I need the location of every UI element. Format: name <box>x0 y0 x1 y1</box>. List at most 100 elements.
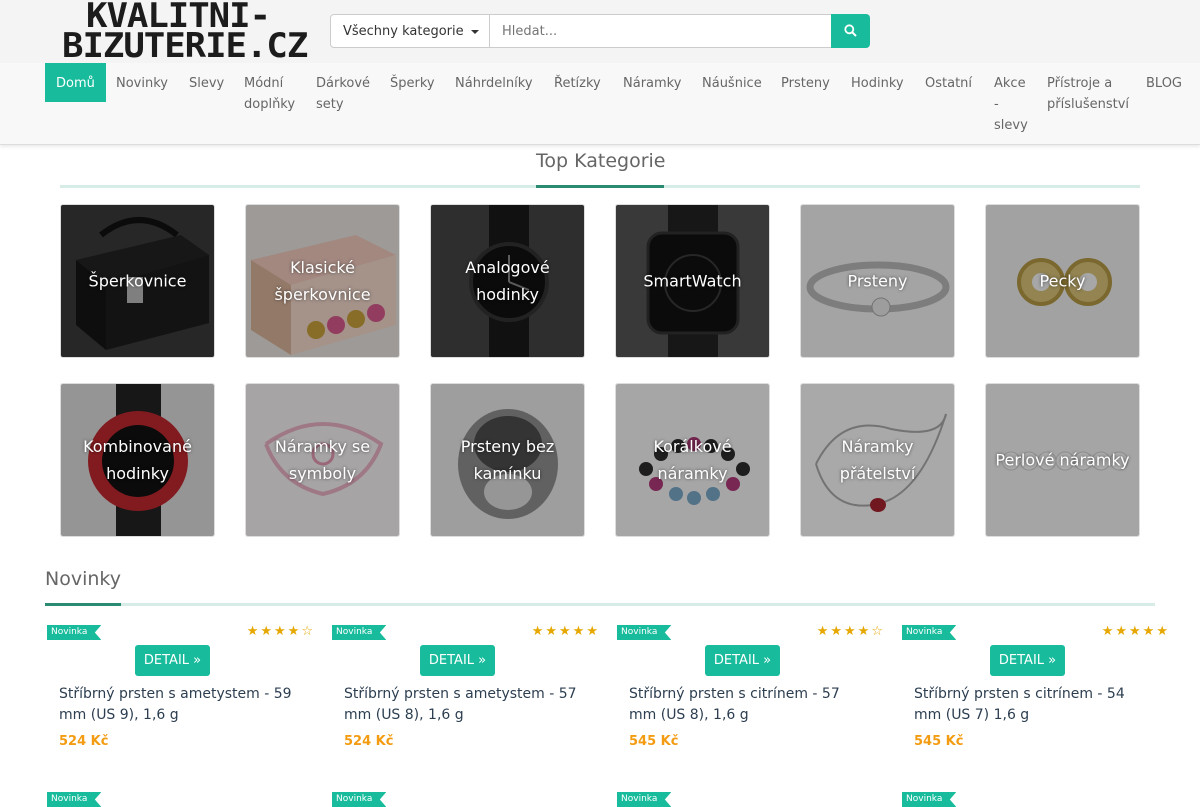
nav-item-label: Akce - slevy <box>994 76 1028 133</box>
category-label: SmartWatch <box>643 271 742 291</box>
nav-item-blog[interactable]: BLOG <box>1146 63 1182 94</box>
novinky-rule <box>45 603 1155 606</box>
product-price: 545 Kč <box>629 734 679 749</box>
star-rating-icon: ★★★★★ <box>1102 624 1170 639</box>
category-label: Pecky <box>1039 271 1086 291</box>
category-tile-prsteny-bez-kaminku[interactable]: Prsteny bez kamínku <box>430 383 585 537</box>
star-rating-icon: ★★★★☆ <box>247 624 315 639</box>
nav-item-label: Náušnice <box>702 76 762 91</box>
novinka-badge: Novinka <box>47 625 102 640</box>
category-select[interactable]: Všechny kategorie <box>330 14 490 48</box>
category-label: Analogové hodinky <box>465 258 550 304</box>
nav-item-label: Hodinky <box>851 76 904 91</box>
category-label: Náramky se symboly <box>274 437 371 483</box>
rating-empty: ☆ <box>301 624 315 639</box>
nav-item-label: Řetízky <box>554 76 601 91</box>
nav-item-akce-slevy[interactable]: Akce - slevy <box>994 63 1028 136</box>
nav-item-label: Ostatní <box>925 76 973 91</box>
nav-item-nahrdelniky[interactable]: Náhrdelníky <box>455 63 533 94</box>
star-rating-icon: ★★★★★ <box>532 624 600 639</box>
category-label: Prsteny bez kamínku <box>460 437 555 483</box>
search-icon <box>844 24 857 37</box>
category-label: Prsteny <box>847 271 908 291</box>
nav-item-ostatni[interactable]: Ostatní <box>925 63 972 94</box>
product-name[interactable]: Stříbrný prsten s ametystem - 59 mm (US … <box>59 684 299 726</box>
nav-item-label: Domů <box>56 76 95 91</box>
nav-item-domu[interactable]: Domů <box>45 63 106 102</box>
nav-item-modni-doplnky[interactable]: Módní doplňky <box>244 63 295 115</box>
nav-item-label: Módní doplňky <box>244 76 296 112</box>
category-label: Kombinované hodinky <box>83 437 192 483</box>
nav-item-label: Šperky <box>390 76 435 91</box>
search-bar: Všechny kategorie <box>330 14 870 48</box>
nav-item-label: Náramky <box>623 76 682 91</box>
product-name[interactable]: Stříbrný prsten s citrínem - 57 mm (US 8… <box>629 684 869 726</box>
search-input[interactable] <box>489 14 832 48</box>
nav-item-pristroje[interactable]: Přístroje a příslušenství <box>1047 63 1129 115</box>
product-card: Novinka ★★★★★ DETAIL » Stříbrný prsten s… <box>900 621 1170 781</box>
category-tile-kombinovane-hodinky[interactable]: Kombinované hodinky <box>60 383 215 537</box>
star-rating-icon: ★★★★☆ <box>817 624 885 639</box>
category-tile-klasicke-sperkovnice[interactable]: Klasické šperkovnice <box>245 204 400 358</box>
product-price: 545 Kč <box>914 734 964 749</box>
detail-button[interactable]: DETAIL » <box>705 645 780 676</box>
category-tile-smartwatch[interactable]: SmartWatch <box>615 204 770 358</box>
main-nav: Domů Novinky Slevy Módní doplňky Dárkové… <box>0 63 1200 145</box>
nav-item-label: Prsteny <box>781 76 830 91</box>
product-price: 524 Kč <box>344 734 394 749</box>
nav-item-naramky[interactable]: Náramky <box>623 63 681 94</box>
top-categories-title: Top Kategorie <box>536 150 666 172</box>
category-label: Šperkovnice <box>88 271 187 291</box>
caret-down-icon <box>471 30 479 34</box>
rating-filled: ★★★★ <box>246 624 302 639</box>
category-label: Klasické šperkovnice <box>274 258 371 304</box>
nav-item-label: Slevy <box>189 76 225 91</box>
product-card: Novinka ★★★★★ DETAIL » Stříbrný prsten s… <box>330 621 600 781</box>
detail-button[interactable]: DETAIL » <box>990 645 1065 676</box>
rating-filled: ★★★★★ <box>531 624 600 639</box>
nav-item-label: Novinky <box>116 76 168 91</box>
detail-button[interactable]: DETAIL » <box>420 645 495 676</box>
product-name[interactable]: Stříbrný prsten s ametystem - 57 mm (US … <box>344 684 584 726</box>
category-tile-sperkovnice[interactable]: Šperkovnice <box>60 204 215 358</box>
rating-filled: ★★★★★ <box>1101 624 1170 639</box>
category-tile-pecky[interactable]: Pecky <box>985 204 1140 358</box>
novinka-badge: Novinka <box>617 625 672 640</box>
rating-empty: ☆ <box>871 624 885 639</box>
nav-item-slevy[interactable]: Slevy <box>189 63 224 94</box>
search-button[interactable] <box>831 14 870 48</box>
category-label: Korálkové náramky <box>653 437 732 483</box>
category-label: Perlové náramky <box>995 450 1130 470</box>
rating-filled: ★★★★ <box>816 624 872 639</box>
category-tile-analogove-hodinky[interactable]: Analogové hodinky <box>430 204 585 358</box>
nav-item-nausnice[interactable]: Náušnice <box>702 63 762 94</box>
nav-item-label: Náhrdelníky <box>455 76 533 91</box>
nav-item-label: Dárkové sety <box>316 76 371 112</box>
logo-line-2: BIZUTERIE.CZ <box>62 26 308 66</box>
nav-item-retizky[interactable]: Řetízky <box>554 63 601 94</box>
product-card: Novinka ★★★★☆ DETAIL » Stříbrný prsten s… <box>45 621 315 781</box>
nav-item-hodinky[interactable]: Hodinky <box>851 63 904 94</box>
detail-button[interactable]: DETAIL » <box>135 645 210 676</box>
category-select-value: Všechny kategorie <box>343 24 464 39</box>
category-tile-naramky-se-symboly[interactable]: Náramky se symboly <box>245 383 400 537</box>
category-tile-naramky-pratelstvi[interactable]: Náramky přátelství <box>800 383 955 537</box>
product-price: 524 Kč <box>59 734 109 749</box>
site-logo[interactable]: KVALITNI- BIZUTERIE.CZ <box>60 0 308 66</box>
novinky-title: Novinky <box>45 568 121 590</box>
novinka-badge: Novinka <box>902 625 957 640</box>
product-name[interactable]: Stříbrný prsten s citrínem - 54 mm (US 7… <box>914 684 1154 726</box>
category-tile-koralkove-naramky[interactable]: Korálkové náramky <box>615 383 770 537</box>
nav-item-novinky[interactable]: Novinky <box>116 63 168 94</box>
nav-item-sperky[interactable]: Šperky <box>390 63 435 94</box>
top-bar: KVALITNI- BIZUTERIE.CZ Všechny kategorie <box>0 0 1200 66</box>
nav-item-prsteny[interactable]: Prsteny <box>781 63 830 94</box>
category-tile-perlove-naramky[interactable]: Perlové náramky <box>985 383 1140 537</box>
category-tile-prsteny[interactable]: Prsteny <box>800 204 955 358</box>
nav-item-label: BLOG <box>1146 76 1183 91</box>
category-label: Náramky přátelství <box>839 437 916 483</box>
novinka-badge: Novinka <box>332 625 387 640</box>
nav-item-label: Přístroje a příslušenství <box>1047 76 1130 112</box>
product-card: Novinka ★★★★☆ DETAIL » Stříbrný prsten s… <box>615 621 885 781</box>
nav-item-darkove-sety[interactable]: Dárkové sety <box>316 63 370 115</box>
